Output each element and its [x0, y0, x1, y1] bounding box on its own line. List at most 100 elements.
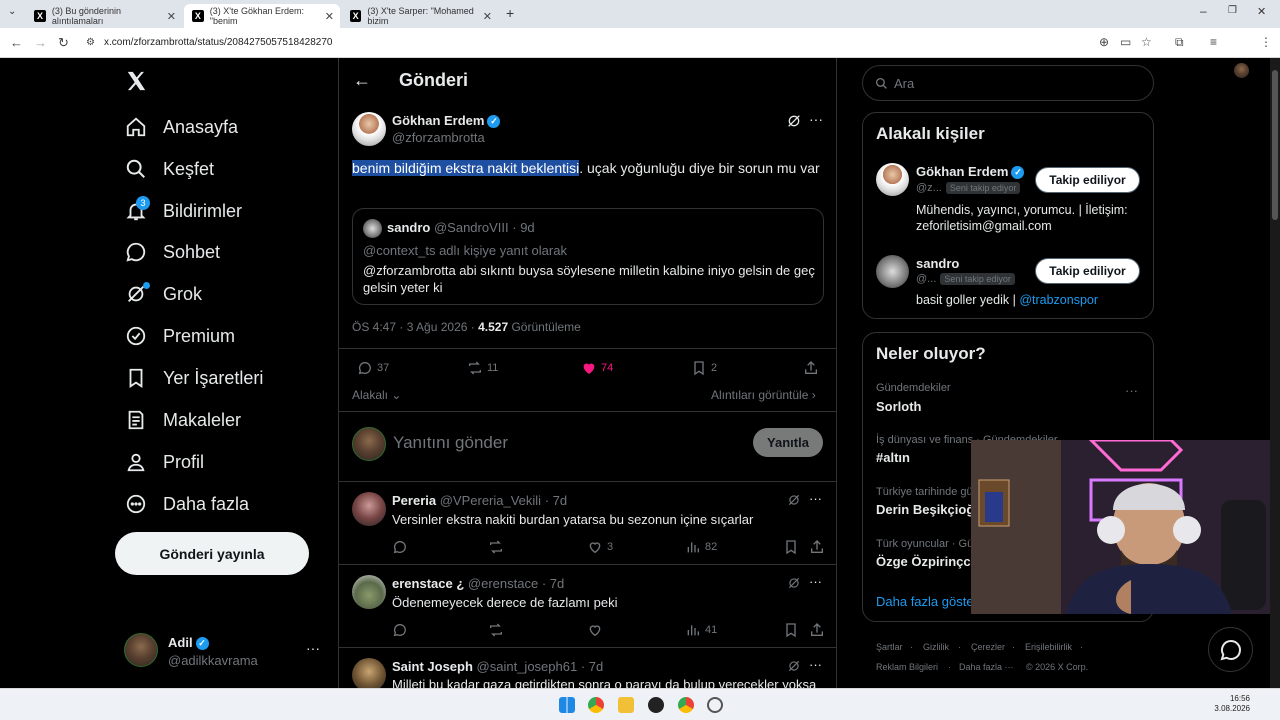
reply-author-name[interactable]: Saint Joseph: [392, 659, 473, 674]
messages-fab[interactable]: [1208, 627, 1253, 672]
browser-tab-2[interactable]: X (3) X'te Gökhan Erdem: "benim ✕: [184, 4, 340, 28]
search-box[interactable]: Ara: [862, 65, 1154, 101]
tweet-author-handle[interactable]: @zforzambrotta: [392, 130, 485, 145]
grok-explain-icon[interactable]: [786, 113, 802, 129]
nav-item-premium[interactable]: Premium: [124, 316, 235, 356]
system-clock[interactable]: 16:56 3.08.2026: [1214, 694, 1250, 714]
footer-link-cookies[interactable]: Çerezler: [971, 642, 1005, 652]
forward-arrow-icon[interactable]: →: [34, 35, 47, 50]
person-bio-link[interactable]: @trabzonspor: [1019, 293, 1098, 307]
install-app-icon[interactable]: ▭: [1120, 35, 1131, 49]
reading-list-icon[interactable]: ≡: [1210, 35, 1217, 49]
view-quotes-link[interactable]: Alıntıları görüntüle ›: [711, 388, 816, 402]
grok-explain-icon[interactable]: [787, 576, 801, 590]
bookmark-icon[interactable]: [783, 539, 799, 555]
close-tab-icon[interactable]: ✕: [167, 10, 176, 23]
site-info-icon[interactable]: ⚙: [86, 37, 95, 48]
nav-item-grok[interactable]: Grok: [124, 274, 202, 314]
zoom-icon[interactable]: ⊕: [1099, 35, 1109, 49]
trend-item[interactable]: Özge Özpirinçci: [876, 554, 974, 569]
nav-item-explore[interactable]: Keşfet: [124, 149, 214, 189]
reply-tweet[interactable]: erenstace ¿ @erenstace · 7d ··· Ödenemey…: [339, 565, 836, 647]
nav-item-articles[interactable]: Makaleler: [124, 400, 241, 440]
footer-link-more[interactable]: Daha fazla ···: [959, 662, 1014, 672]
footer-link-accessibility[interactable]: Erişilebilirlik: [1025, 642, 1072, 652]
minimize-window-icon[interactable]: –: [1200, 4, 1207, 18]
tab-list-button[interactable]: ⌄: [8, 6, 16, 17]
app-icon[interactable]: [707, 697, 723, 713]
file-explorer-icon[interactable]: [618, 697, 634, 713]
person-avatar[interactable]: [876, 163, 909, 196]
trend-more-icon[interactable]: ···: [1125, 383, 1138, 398]
browser-tab-3[interactable]: X (3) X'te Sarper: "Mohamed bizim ✕: [342, 4, 498, 28]
restore-window-icon[interactable]: ❐: [1228, 5, 1237, 16]
footer-link-privacy[interactable]: Gizlilik: [923, 642, 949, 652]
person-name[interactable]: Gökhan Erdem: [916, 164, 1008, 179]
start-windows-icon[interactable]: [559, 697, 575, 713]
footer-link-ads[interactable]: Reklam Bilgileri: [876, 662, 938, 672]
repost-action[interactable]: [488, 539, 508, 555]
reply-author-name[interactable]: erenstace ¿: [392, 576, 464, 591]
share-icon[interactable]: [809, 539, 825, 555]
obs-app-icon[interactable]: [648, 697, 664, 713]
repost-action[interactable]: [488, 622, 508, 638]
close-tab-icon[interactable]: ✕: [483, 10, 492, 23]
person-avatar[interactable]: [876, 255, 909, 288]
back-arrow-icon[interactable]: ←: [10, 35, 23, 50]
share-icon[interactable]: [803, 360, 819, 376]
person-name[interactable]: sandro: [916, 256, 959, 271]
reply-more-icon[interactable]: ···: [809, 491, 822, 506]
reply-avatar[interactable]: [352, 492, 386, 526]
close-tab-icon[interactable]: ✕: [325, 10, 334, 23]
views-action[interactable]: 41: [685, 622, 717, 638]
relevant-sort-dropdown[interactable]: Alakalı ⌄: [352, 388, 401, 402]
tweet-more-icon[interactable]: ···: [809, 111, 823, 127]
reply-action[interactable]: 37: [357, 360, 389, 376]
chrome-app-icon[interactable]: [678, 697, 694, 713]
reply-tweet[interactable]: Saint Joseph @saint_joseph61 · 7d ··· Mi…: [339, 648, 836, 688]
following-button[interactable]: Takip ediliyor: [1035, 167, 1140, 193]
trend-item[interactable]: #altın: [876, 450, 910, 465]
grok-explain-icon[interactable]: [787, 493, 801, 507]
chrome-app-icon[interactable]: [588, 697, 604, 713]
tweet-author-avatar[interactable]: [352, 112, 386, 146]
reply-avatar[interactable]: [352, 575, 386, 609]
bookmark-star-icon[interactable]: ☆: [1141, 35, 1152, 49]
reply-button[interactable]: Yanıtla: [753, 428, 823, 457]
reply-tweet[interactable]: Pereria @VPereria_Vekili · 7d ··· Versin…: [339, 482, 836, 564]
tweet-timestamp[interactable]: ÖS 4:47 · 3 Ağu 2026 ·: [352, 320, 475, 334]
nav-item-chat[interactable]: Sohbet: [124, 232, 220, 272]
nav-item-home[interactable]: Anasayfa: [124, 107, 238, 147]
url-field[interactable]: x.com/zforzambrotta/status/2084275057518…: [104, 37, 333, 48]
reply-more-icon[interactable]: ···: [809, 574, 822, 589]
nav-item-bookmarks[interactable]: Yer İşaretleri: [124, 358, 263, 398]
reply-avatar[interactable]: [352, 658, 386, 688]
extensions-icon[interactable]: ⧉: [1175, 35, 1184, 50]
account-switcher[interactable]: Adil ✓ @adilkkavrama ···: [124, 632, 324, 672]
reply-action[interactable]: [392, 539, 412, 555]
new-tab-button[interactable]: +: [506, 5, 514, 21]
share-icon[interactable]: [809, 622, 825, 638]
show-more-trends-link[interactable]: Daha fazla göste: [876, 594, 974, 609]
browser-tab-1[interactable]: X (3) Bu gönderinin alıntılamaları ✕: [26, 4, 182, 28]
browser-menu-icon[interactable]: ⋮: [1260, 35, 1272, 49]
reload-icon[interactable]: ↻: [58, 35, 69, 51]
like-action[interactable]: [587, 622, 607, 638]
bookmark-action[interactable]: 2: [691, 360, 717, 376]
quoted-tweet[interactable]: sandro @SandroVIII · 9d @context_ts adlı…: [352, 208, 824, 305]
account-more-icon[interactable]: ···: [306, 640, 320, 656]
nav-item-more[interactable]: Daha fazla: [124, 484, 249, 524]
like-action[interactable]: 74: [581, 360, 613, 376]
reply-more-icon[interactable]: ···: [809, 657, 822, 672]
back-arrow-icon[interactable]: ←: [353, 70, 371, 91]
reply-author-name[interactable]: Pereria: [392, 493, 436, 508]
nav-item-profile[interactable]: Profil: [124, 442, 204, 482]
bookmark-icon[interactable]: [783, 622, 799, 638]
x-logo-icon[interactable]: [125, 70, 147, 92]
post-button[interactable]: Gönderi yayınla: [115, 532, 309, 575]
like-action[interactable]: 3: [587, 539, 613, 555]
trend-item[interactable]: Sorloth: [876, 399, 922, 414]
reply-input[interactable]: Yanıtını gönder: [393, 433, 733, 453]
reply-action[interactable]: [392, 622, 412, 638]
following-button[interactable]: Takip ediliyor: [1035, 258, 1140, 284]
